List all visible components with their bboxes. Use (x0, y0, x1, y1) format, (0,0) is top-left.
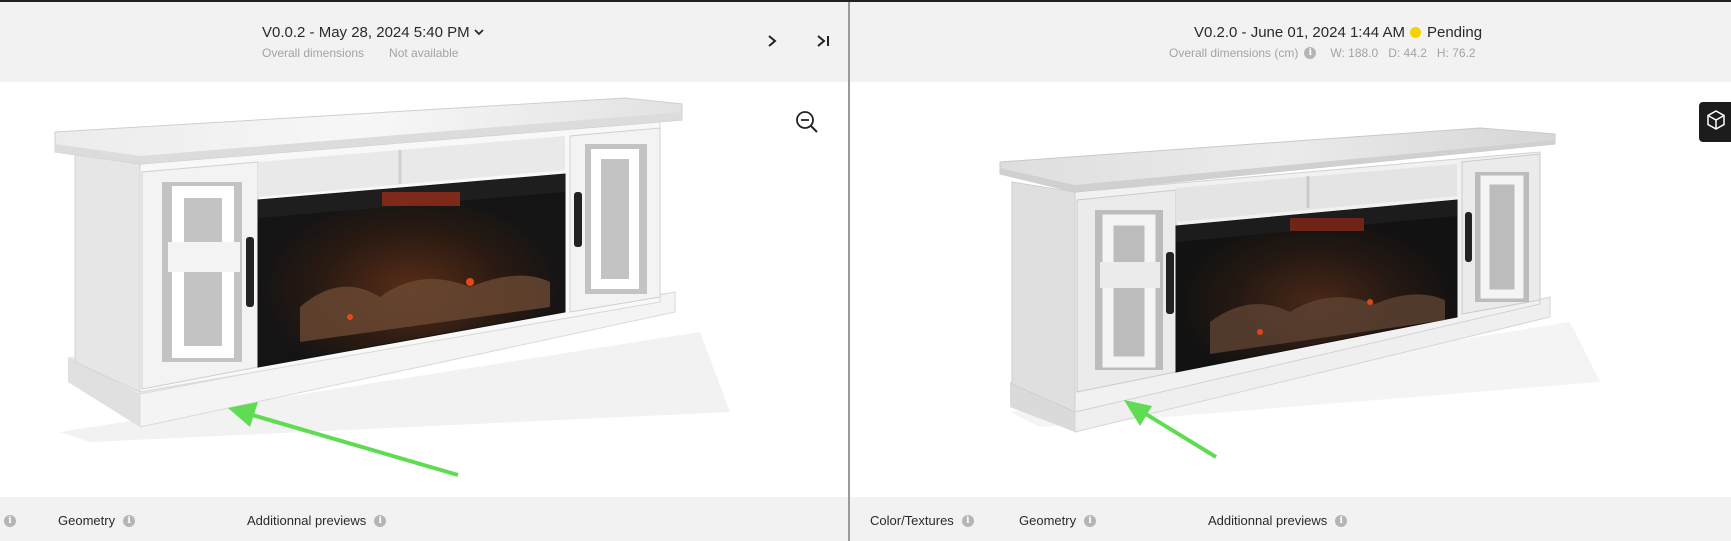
info-icon[interactable]: i (1304, 47, 1317, 59)
tab-label: Geometry (1019, 513, 1077, 528)
info-icon[interactable]: i (1084, 514, 1097, 527)
tab-label: Additionnal previews (247, 513, 367, 528)
left-model-render (54, 97, 730, 477)
left-3d-preview[interactable] (0, 82, 848, 497)
left-version-pane: V0.0.2 - May 28, 2024 5:40 PM Overall di… (0, 2, 848, 541)
right-dimensions-label: Overall dimensions (cm) (1169, 46, 1299, 60)
chevron-down-icon (473, 27, 484, 39)
right-version-label: V0.2.0 - June 01, 2024 1:44 AM (1194, 24, 1405, 41)
left-footer-tabs: i Geometry i Additionnal previews i (0, 497, 848, 541)
right-footer-tabs: Color/Textures i Geometry i Additionnal … (850, 497, 1731, 541)
left-version-label: V0.0.2 - May 28, 2024 5:40 PM (262, 24, 470, 41)
info-icon[interactable]: i (4, 515, 16, 527)
left-header: V0.0.2 - May 28, 2024 5:40 PM Overall di… (0, 2, 848, 82)
right-model-render (999, 127, 1600, 459)
zoom-out-icon (795, 111, 819, 138)
info-icon[interactable]: i (1335, 514, 1348, 527)
tab-label: Color/Textures (870, 513, 954, 528)
right-tab-geometry[interactable]: Geometry i (1019, 513, 1097, 528)
zoom-out-button[interactable] (795, 110, 819, 139)
left-version-selector[interactable]: V0.0.2 - May 28, 2024 5:40 PM (262, 24, 484, 41)
right-3d-preview[interactable] (850, 82, 1731, 497)
left-dimensions-value: Not available (389, 46, 459, 60)
dimension-width: W: 188.0 (1330, 46, 1379, 60)
right-header: V0.2.0 - June 01, 2024 1:44 AM Pending O… (850, 2, 1731, 82)
next-version-button[interactable] (761, 32, 783, 54)
info-icon[interactable]: i (374, 514, 387, 527)
left-tab-geometry[interactable]: Geometry i (58, 513, 136, 528)
right-tab-color-textures[interactable]: Color/Textures i (870, 513, 974, 528)
chevron-right-icon (766, 34, 778, 53)
view-3d-button[interactable] (1699, 102, 1731, 142)
left-dimensions-row: Overall dimensions Not available (262, 46, 458, 60)
status-badge: Pending (1426, 24, 1483, 41)
left-dimensions-label: Overall dimensions (262, 46, 365, 60)
right-tab-additional-previews[interactable]: Additionnal previews i (1208, 513, 1348, 528)
cube-icon (1705, 109, 1727, 136)
right-version-title: V0.2.0 - June 01, 2024 1:44 AM Pending (1194, 24, 1482, 41)
right-dimensions-row: Overall dimensions (cm) i W: 188.0 D: 44… (1169, 46, 1476, 60)
dimension-depth: D: 44.2 (1388, 46, 1427, 60)
tab-label: Geometry (58, 513, 116, 528)
left-tab-additional-previews[interactable]: Additionnal previews i (247, 513, 387, 528)
last-version-button[interactable] (812, 32, 834, 54)
right-version-pane: V0.2.0 - June 01, 2024 1:44 AM Pending O… (850, 2, 1731, 541)
info-icon[interactable]: i (123, 514, 136, 527)
tab-label: Additionnal previews (1208, 513, 1328, 528)
dimension-height: H: 76.2 (1436, 46, 1476, 60)
skip-to-end-icon (815, 34, 831, 53)
status-dot (1409, 27, 1421, 38)
info-icon[interactable]: i (961, 514, 974, 527)
